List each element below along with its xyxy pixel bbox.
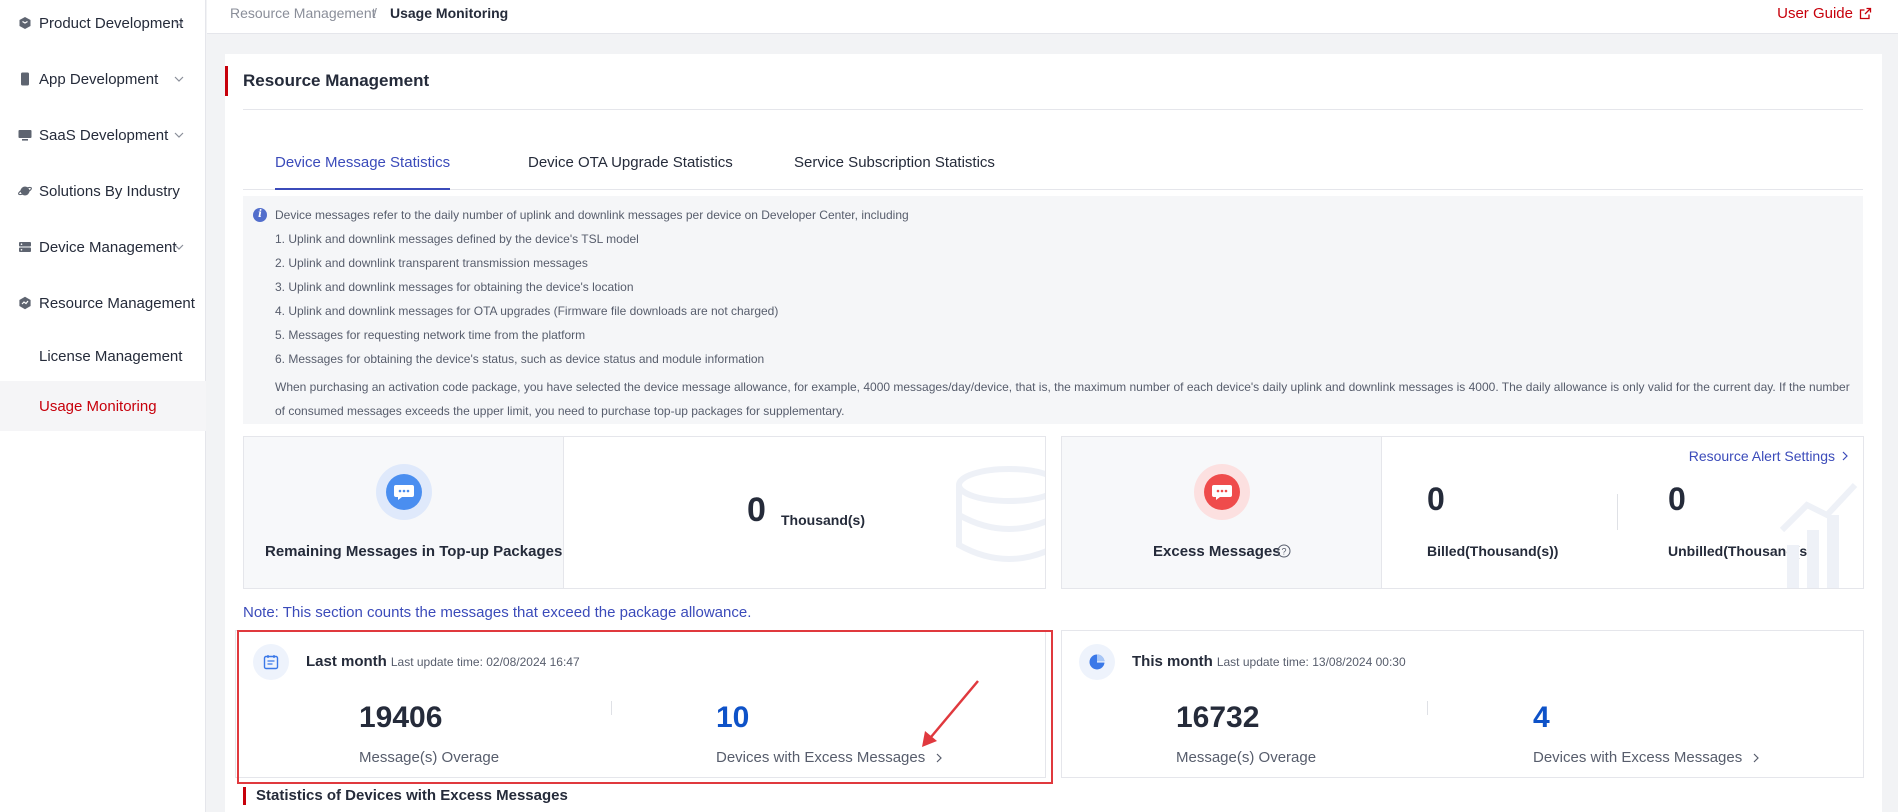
monitor-icon — [18, 128, 32, 142]
divider — [611, 701, 612, 715]
info-line: Device messages refer to the daily numbe… — [275, 208, 909, 222]
page-title: Resource Management — [225, 66, 429, 96]
tab-service-subscription-statistics[interactable]: Service Subscription Statistics — [794, 154, 995, 190]
database-watermark-icon — [956, 466, 1045, 562]
chevron-down-icon — [174, 132, 184, 138]
message-bubble-icon — [376, 464, 432, 520]
sidebar-item-solutions-by-industry[interactable]: Solutions By Industry — [0, 163, 206, 219]
excess-note: Note: This section counts the messages t… — [243, 604, 752, 621]
last-month-label: Last month — [306, 653, 387, 670]
chevron-down-icon — [174, 244, 184, 250]
sidebar-item-device-management[interactable]: Device Management — [0, 219, 206, 275]
chevron-right-icon — [1842, 451, 1848, 461]
top-bar: Resource Management / Usage Monitoring U… — [207, 0, 1898, 34]
pie-chart-icon — [1079, 644, 1115, 680]
sidebar: Product Development App Development SaaS… — [0, 0, 206, 812]
last-month-update-time: Last update time: 02/08/2024 16:47 — [390, 655, 580, 669]
last-month-overage-label: Message(s) Overage — [359, 749, 500, 766]
billed-value: 0 — [1427, 481, 1445, 517]
sidebar-subitem-usage-monitoring[interactable]: Usage Monitoring — [0, 381, 206, 431]
cube-icon — [18, 16, 32, 30]
user-guide-label: User Guide — [1777, 5, 1853, 22]
sidebar-item-app-development[interactable]: App Development — [0, 51, 206, 107]
sidebar-item-label: SaaS Development — [39, 126, 169, 144]
sidebar-item-product-development[interactable]: Product Development — [0, 0, 206, 51]
billed-label: Billed(Thousand(s)) — [1427, 543, 1559, 559]
planet-icon — [18, 184, 32, 198]
alert-message-icon — [1194, 464, 1250, 520]
remaining-messages-panel: Remaining Messages in Top-up Packages 0 … — [243, 436, 1046, 589]
calendar-icon — [253, 644, 289, 680]
sidebar-item-label: Resource Management — [39, 294, 195, 312]
resource-alert-settings-label: Resource Alert Settings — [1688, 448, 1835, 464]
this-month-overage-value: 16732 — [1176, 701, 1260, 734]
resource-alert-settings-link[interactable]: Resource Alert Settings — [1689, 448, 1849, 464]
this-month-label: This month — [1132, 653, 1213, 670]
breadcrumb-separator: / — [373, 5, 377, 21]
sidebar-subitem-license-management[interactable]: License Management — [0, 331, 206, 381]
tab-device-message-statistics[interactable]: Device Message Statistics — [275, 154, 451, 190]
sidebar-item-label: Device Management — [39, 238, 177, 256]
external-link-icon — [1859, 7, 1872, 20]
excess-messages-panel: Excess Messages ? Resource Alert Setting… — [1061, 436, 1864, 589]
sidebar-item-label: Product Development — [39, 14, 184, 32]
last-month-overage-value: 19406 — [359, 701, 443, 734]
excess-messages-label: Excess Messages — [1153, 543, 1281, 560]
hexagon-icon — [18, 296, 32, 310]
sidebar-item-label: Solutions By Industry — [39, 182, 180, 200]
sidebar-item-resource-management[interactable]: Resource Management — [0, 275, 206, 331]
chevron-right-icon — [1753, 753, 1760, 762]
divider — [1427, 701, 1428, 715]
main-card: Resource Management Device Message Stati… — [225, 54, 1882, 812]
chart-watermark-icon — [1779, 482, 1858, 588]
chevron-down-icon — [174, 76, 184, 82]
info-box: i Device messages refer to the daily num… — [243, 196, 1863, 424]
last-month-card: Last month Last update time: 02/08/2024 1… — [235, 630, 1046, 778]
remaining-messages-label: Remaining Messages in Top-up Packages — [265, 543, 563, 560]
info-line: 1. Uplink and downlink messages defined … — [275, 232, 639, 246]
info-paragraph: When purchasing an activation code packa… — [275, 380, 1850, 418]
remaining-messages-unit: Thousand(s) — [781, 512, 865, 528]
sidebar-item-label: App Development — [39, 70, 159, 88]
this-month-card: This month Last update time: 13/08/2024 0… — [1061, 630, 1864, 778]
this-month-devices-link[interactable]: Devices with Excess Messages — [1533, 749, 1760, 766]
unbilled-value: 0 — [1668, 481, 1686, 517]
server-icon — [18, 240, 32, 254]
tab-device-ota-upgrade-statistics[interactable]: Device OTA Upgrade Statistics — [528, 154, 733, 190]
info-line: 4. Uplink and downlink messages for OTA … — [275, 304, 779, 318]
last-month-devices-link[interactable]: Devices with Excess Messages — [716, 749, 943, 766]
this-month-devices-label: Devices with Excess Messages — [1533, 749, 1743, 766]
divider — [243, 109, 1863, 110]
sidebar-item-saas-development[interactable]: SaaS Development — [0, 107, 206, 163]
last-month-devices-value[interactable]: 10 — [716, 701, 749, 735]
breadcrumb-current: Usage Monitoring — [390, 5, 509, 21]
phone-icon — [18, 72, 32, 86]
chevron-down-icon — [174, 20, 184, 26]
info-line: 5. Messages for requesting network time … — [275, 328, 586, 342]
sidebar-subitem-label: License Management — [39, 347, 183, 365]
last-month-devices-label: Devices with Excess Messages — [716, 749, 926, 766]
breadcrumb-parent[interactable]: Resource Management — [230, 5, 376, 21]
excess-devices-section-title: Statistics of Devices with Excess Messag… — [243, 787, 568, 805]
this-month-devices-value[interactable]: 4 — [1533, 701, 1550, 735]
excess-messages-summary: Excess Messages ? — [1062, 437, 1382, 588]
user-guide-link[interactable]: User Guide — [1777, 5, 1872, 22]
remaining-messages-value: 0 — [747, 491, 766, 529]
last-month-title: Last month Last update time: 02/08/2024 1… — [306, 653, 580, 670]
info-icon: i — [253, 208, 267, 222]
chevron-right-icon — [936, 753, 943, 762]
this-month-update-time: Last update time: 13/08/2024 00:30 — [1216, 655, 1406, 669]
this-month-overage-label: Message(s) Overage — [1176, 749, 1317, 766]
info-line: 2. Uplink and downlink transparent trans… — [275, 256, 588, 270]
sidebar-subitem-label: Usage Monitoring — [39, 397, 157, 415]
svg-text:?: ? — [1281, 547, 1286, 557]
divider — [1617, 494, 1618, 530]
remaining-messages-summary: Remaining Messages in Top-up Packages — [244, 437, 564, 588]
tab-bar: Device Message Statistics Device OTA Upg… — [243, 144, 1863, 190]
info-line: 3. Uplink and downlink messages for obta… — [275, 280, 634, 294]
info-line: 6. Messages for obtaining the device's s… — [275, 352, 765, 366]
this-month-title: This month Last update time: 13/08/2024 0… — [1132, 653, 1406, 670]
help-icon[interactable]: ? — [1277, 544, 1291, 558]
